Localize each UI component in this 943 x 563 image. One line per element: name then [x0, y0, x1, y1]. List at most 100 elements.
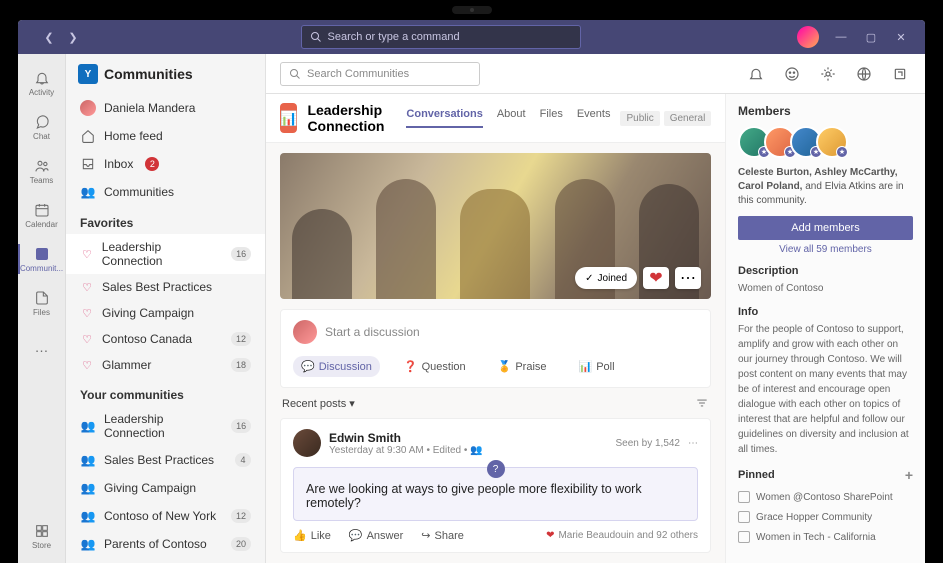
compose-input[interactable]: Start a discussion: [293, 320, 698, 352]
rail-files[interactable]: Files: [18, 282, 66, 324]
tab-about[interactable]: About: [497, 108, 526, 128]
pinned-link[interactable]: Women @Contoso SharePoint: [738, 487, 913, 507]
main-area: Search Communities 📊 Leadership Connecti…: [266, 54, 925, 563]
sidebar-fav-sales[interactable]: ♡ Sales Best Practices: [66, 274, 265, 300]
post-seen-text: Seen by 1,542: [616, 438, 681, 449]
sidebar-home-feed[interactable]: Home feed: [66, 122, 265, 150]
notifications-button[interactable]: [745, 63, 767, 85]
emoji-button[interactable]: [781, 63, 803, 85]
sidebar-section-favorites: Favorites: [66, 206, 265, 234]
members-title: Members: [738, 104, 913, 118]
nav-forward-button[interactable]: ❯: [62, 26, 84, 48]
sidebar-fav-canada[interactable]: ♡ Contoso Canada 12: [66, 326, 265, 352]
compose-box: Start a discussion 💬Discussion ❓Question…: [280, 309, 711, 388]
sidebar-fav-giving[interactable]: ♡ Giving Campaign: [66, 300, 265, 326]
community-logo-icon: 📊: [280, 103, 297, 133]
post-more-button[interactable]: ⋯: [688, 438, 698, 449]
rail-store[interactable]: Store: [18, 515, 66, 557]
sidebar-fav-leadership[interactable]: ♡ Leadership Connection 16: [66, 234, 265, 274]
heart-icon: ♡: [80, 248, 94, 261]
inbox-icon: [80, 156, 96, 172]
window-minimize-button[interactable]: —: [827, 25, 855, 49]
sidebar-your-giving[interactable]: 👥 Giving Campaign: [66, 474, 265, 502]
sidebar-item-label: Inbox: [104, 157, 133, 171]
sidebar-fav-glammer[interactable]: ♡ Glammer 18: [66, 352, 265, 378]
rail-more[interactable]: …: [18, 326, 66, 368]
channel-chip: General: [664, 111, 712, 126]
heart-icon: ♡: [80, 307, 94, 320]
heart-icon: ♡: [80, 333, 94, 346]
sidebar-item-label: Contoso Canada: [102, 332, 192, 346]
sidebar-item-label: Leadership Connection: [102, 240, 223, 268]
compose-tab-poll[interactable]: 📊Poll: [571, 356, 623, 377]
like-button[interactable]: 👍Like: [293, 529, 331, 542]
joined-button[interactable]: ✓Joined: [575, 267, 637, 289]
titlebar: ❮ ❯ Search or type a command — ▢ ✕: [18, 20, 925, 54]
compose-tab-discussion[interactable]: 💬Discussion: [293, 356, 380, 377]
post-reactions[interactable]: ❤Marie Beaudouin and 92 others: [546, 530, 698, 541]
pinned-link[interactable]: Grace Hopper Community: [738, 507, 913, 527]
pinned-link-text: Grace Hopper Community: [756, 512, 872, 523]
filter-button[interactable]: [695, 396, 709, 410]
rail-communities[interactable]: Communit...: [18, 238, 66, 280]
settings-button[interactable]: [817, 63, 839, 85]
sidebar-your-newyork[interactable]: 👥 Contoso of New York 12: [66, 502, 265, 530]
answer-button[interactable]: 💬Answer: [349, 529, 403, 542]
link-icon: [738, 511, 750, 523]
member-avatar[interactable]: ★: [816, 126, 848, 158]
compose-tab-question[interactable]: ❓Question: [396, 356, 474, 377]
people-icon: 👥: [80, 536, 96, 552]
rail-label: Store: [32, 541, 51, 550]
add-pinned-button[interactable]: +: [905, 467, 913, 483]
window-maximize-button[interactable]: ▢: [857, 25, 885, 49]
sidebar-item-label: Home feed: [104, 129, 163, 143]
ctab-label: Poll: [596, 361, 614, 373]
heart-icon: ♡: [80, 359, 94, 372]
share-button[interactable]: ↪Share: [421, 529, 464, 542]
bell-icon: [33, 69, 51, 87]
cover-more-button[interactable]: ⋯: [675, 267, 701, 289]
globe-button[interactable]: [853, 63, 875, 85]
pinned-heading: Pinned+: [738, 467, 913, 483]
global-search-input[interactable]: Search or type a command: [301, 25, 581, 49]
tab-conversations[interactable]: Conversations: [406, 108, 482, 128]
global-search-placeholder: Search or type a command: [328, 31, 460, 43]
window-close-button[interactable]: ✕: [887, 25, 915, 49]
add-members-button[interactable]: Add members: [738, 216, 913, 240]
pinned-link[interactable]: Women in Tech - California: [738, 527, 913, 547]
rail-label: Activity: [29, 88, 54, 97]
rail-calendar[interactable]: Calendar: [18, 194, 66, 236]
recent-posts-dropdown[interactable]: Recent posts ▾: [282, 397, 355, 410]
question-badge-icon: ?: [487, 460, 505, 478]
sidebar-user[interactable]: Daniela Mandera: [66, 94, 265, 122]
rail-activity[interactable]: Activity: [18, 62, 66, 104]
post-author-avatar[interactable]: [293, 429, 321, 457]
sidebar-all-communities[interactable]: 👥 Communities: [66, 178, 265, 206]
sidebar-user-label: Daniela Mandera: [104, 101, 195, 115]
tab-files[interactable]: Files: [540, 108, 563, 128]
people-icon: 👥: [80, 452, 96, 468]
sidebar-title-text: Communities: [104, 66, 193, 82]
sidebar-your-dogs[interactable]: 👥 Dogs at Contoso: [66, 558, 265, 563]
question-icon: ❓: [404, 360, 418, 373]
tab-events[interactable]: Events: [577, 108, 611, 128]
user-avatar[interactable]: [797, 26, 819, 48]
compose-tab-praise[interactable]: 🏅Praise: [490, 356, 555, 377]
compose-avatar: [293, 320, 317, 344]
sidebar-your-sales[interactable]: 👥 Sales Best Practices 4: [66, 446, 265, 474]
popout-button[interactable]: [889, 63, 911, 85]
rail-chat[interactable]: Chat: [18, 106, 66, 148]
view-all-members-link[interactable]: View all 59 members: [738, 244, 913, 255]
nav-back-button[interactable]: ❮: [38, 26, 60, 48]
sidebar-your-leadership[interactable]: 👥 Leadership Connection 16: [66, 406, 265, 446]
rail-label: Calendar: [25, 220, 57, 229]
people-icon: 👥: [470, 445, 482, 456]
post-author-name[interactable]: Edwin Smith: [329, 431, 483, 445]
sidebar-your-parents[interactable]: 👥 Parents of Contoso 20: [66, 530, 265, 558]
rail-teams[interactable]: Teams: [18, 150, 66, 192]
app-rail: Activity Chat Teams Calendar Communit...: [18, 54, 66, 563]
communities-search-input[interactable]: Search Communities: [280, 62, 480, 86]
favorite-button[interactable]: ❤: [643, 267, 669, 289]
sidebar-inbox[interactable]: Inbox 2: [66, 150, 265, 178]
count-badge: 16: [231, 419, 251, 433]
